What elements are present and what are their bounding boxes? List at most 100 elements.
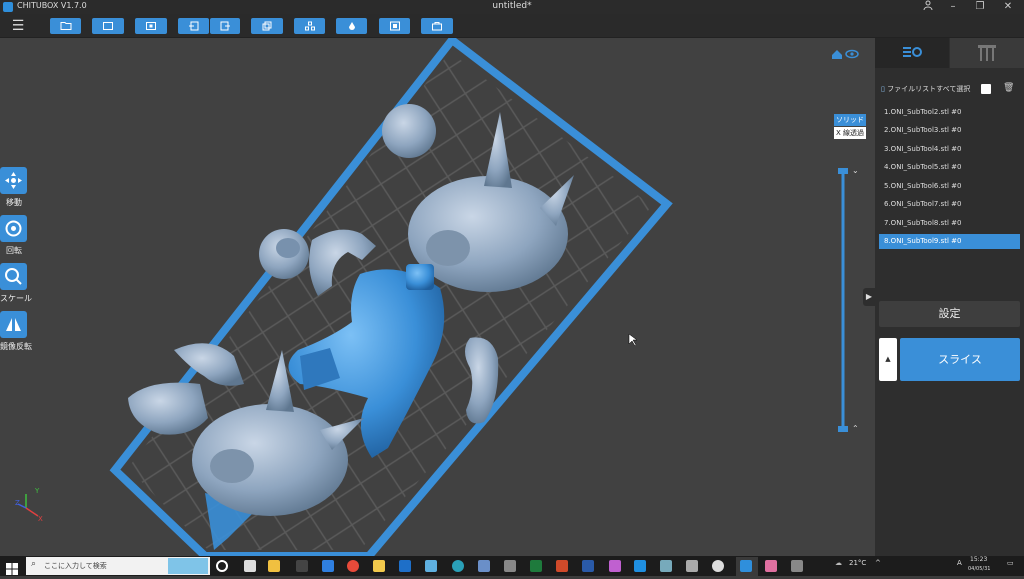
chrome-icon[interactable] [347,560,359,572]
menu-icon[interactable]: ☰ [10,18,26,34]
restore-button[interactable]: ❐ [968,0,992,14]
mirror-tool-label: 鏡像反転 [0,342,32,351]
file-list-item[interactable]: 5.ONI_SubTool6.stl #0 [879,179,1020,194]
store-icon[interactable] [478,560,490,572]
app-icon-5[interactable] [791,560,803,572]
windows-start-icon[interactable] [6,560,18,575]
file-settings-icon [903,47,922,57]
file-list-item-selected[interactable]: 8.ONI_SubTool9.stl #0 [879,234,1020,249]
3d-viewport[interactable]: Y X Z ⌄ ⌃ ソリッド X 線透過 移動 回転 スケール 鏡像反転 [0,38,875,556]
clock-date[interactable]: 04/05/31 [968,566,990,572]
file-explorer-icon[interactable] [373,560,385,572]
calculator-icon[interactable] [268,560,280,572]
toolbar: ☰ [0,14,1024,38]
dropbox-icon[interactable] [322,560,334,572]
task-view-icon[interactable] [244,560,256,572]
search-highlight-image [168,558,208,574]
notification-icon[interactable]: ▭ [1007,559,1014,567]
panel-collapse-handle[interactable]: ▶ [863,288,875,306]
weather-icon[interactable]: ☁ [835,559,842,567]
app-icon-1[interactable] [660,560,672,572]
mirror-icon[interactable] [0,311,27,338]
axis-x-label: X [38,515,43,523]
scale-icon[interactable] [0,263,27,290]
layer-slider-top-handle [838,168,848,174]
mirror-tool[interactable]: 鏡像反転 [0,311,32,352]
temperature-text[interactable]: 21°C [849,559,866,567]
powerpoint-icon[interactable] [556,560,568,572]
chitubox-window: CHITUBOX V1.7.0 untitled* – ❐ ✕ ☰ Y X Z … [0,0,1024,576]
layer-slider-down-arrow[interactable]: ⌄ [852,166,859,175]
axis-y-label: Y [35,487,40,495]
axis-gizmo [17,494,39,517]
export-icon[interactable] [210,18,240,34]
windows-taskbar: ここに入力して検索 ⌕ ☁ 21°C ^ A 15:23 04/05/31 ▭ [0,556,1024,576]
open-file-icon[interactable] [50,18,81,34]
file-list-item[interactable]: 3.ONI_SubTool4.stl #0 [879,142,1020,157]
select-all-checkbox[interactable] [981,84,991,94]
file-list-item[interactable]: 7.ONI_SubTool8.stl #0 [879,216,1020,231]
file-list-item[interactable]: 1.ONI_SubTool2.stl #0 [879,105,1020,120]
tab-supports[interactable] [950,38,1024,68]
axis-z-label: Z [15,499,20,507]
xray-view-button[interactable]: X 線透過 [834,127,866,139]
photos-icon[interactable] [609,560,621,572]
import-icon[interactable] [178,18,209,34]
slice-button[interactable]: スライス [900,338,1020,381]
app-icon-2[interactable] [686,560,698,572]
file-list-item[interactable]: 2.ONI_SubTool3.stl #0 [879,123,1020,138]
build-plate-scene[interactable] [0,38,875,556]
tablet-app-icon[interactable] [425,560,437,572]
view-cube-icon [832,49,859,59]
app-icon-3[interactable] [712,560,724,572]
trash-icon[interactable]: 🗑 [1003,83,1014,93]
center-icon[interactable] [379,18,410,34]
save-icon[interactable] [92,18,124,34]
search-icon: ⌕ [31,559,37,569]
move-tool[interactable]: 移動 [0,167,28,208]
user-icon[interactable] [916,0,940,14]
outlook-icon[interactable] [399,560,411,572]
chitubox-taskbar-icon[interactable] [740,560,752,572]
tab-file-settings[interactable] [875,38,949,68]
supports-icon [978,45,996,61]
rotate-tool[interactable]: 回転 [0,215,28,256]
cortana-icon[interactable] [216,560,228,572]
file-list-item[interactable]: 6.ONI_SubTool7.stl #0 [879,197,1020,212]
close-button[interactable]: ✕ [996,0,1020,14]
clock-time[interactable]: 15:23 [970,556,987,563]
model-sphere [382,104,436,158]
word-icon[interactable] [582,560,594,572]
rotate-tool-label: 回転 [6,246,22,255]
solid-view-button[interactable]: ソリッド [834,114,866,126]
app-icon-4[interactable] [765,560,777,572]
scale-tool-label: スケール [0,294,32,303]
document-title: untitled* [492,1,532,11]
file-icon: ▯ [881,85,885,93]
excel-icon[interactable] [530,560,542,572]
move-icon[interactable] [0,167,27,194]
rotate-icon[interactable] [0,215,27,242]
scale-tool[interactable]: スケール [0,263,32,304]
settings-button[interactable]: 設定 [879,301,1020,327]
file-list-item[interactable]: 4.ONI_SubTool5.stl #0 [879,160,1020,175]
calculator-app-icon[interactable] [504,560,516,572]
layout-icon[interactable] [294,18,325,34]
layer-slider-bottom-handle [838,426,848,432]
lightning-app-icon[interactable] [296,560,308,572]
layer-slider-up-arrow[interactable]: ⌃ [852,424,859,433]
slice-options-toggle[interactable]: ▲ [879,338,897,381]
screenshot-icon[interactable] [135,18,167,34]
move-tool-label: 移動 [6,198,22,207]
minimize-button[interactable]: – [941,0,965,14]
mouse-cursor-icon [628,333,638,347]
copy-icon[interactable] [251,18,283,34]
model-foot [128,382,208,435]
skype-icon[interactable] [634,560,646,572]
drop-icon[interactable] [336,18,367,34]
bag-icon[interactable] [421,18,453,34]
edge-icon[interactable] [452,560,464,572]
tray-arrow-icon[interactable]: ^ [875,559,881,567]
right-panel: ▶ ▯ ファイルリストすべて選択 🗑 1.ONI_SubTool2.stl #0… [863,38,1024,556]
ime-indicator[interactable]: A [957,559,962,567]
